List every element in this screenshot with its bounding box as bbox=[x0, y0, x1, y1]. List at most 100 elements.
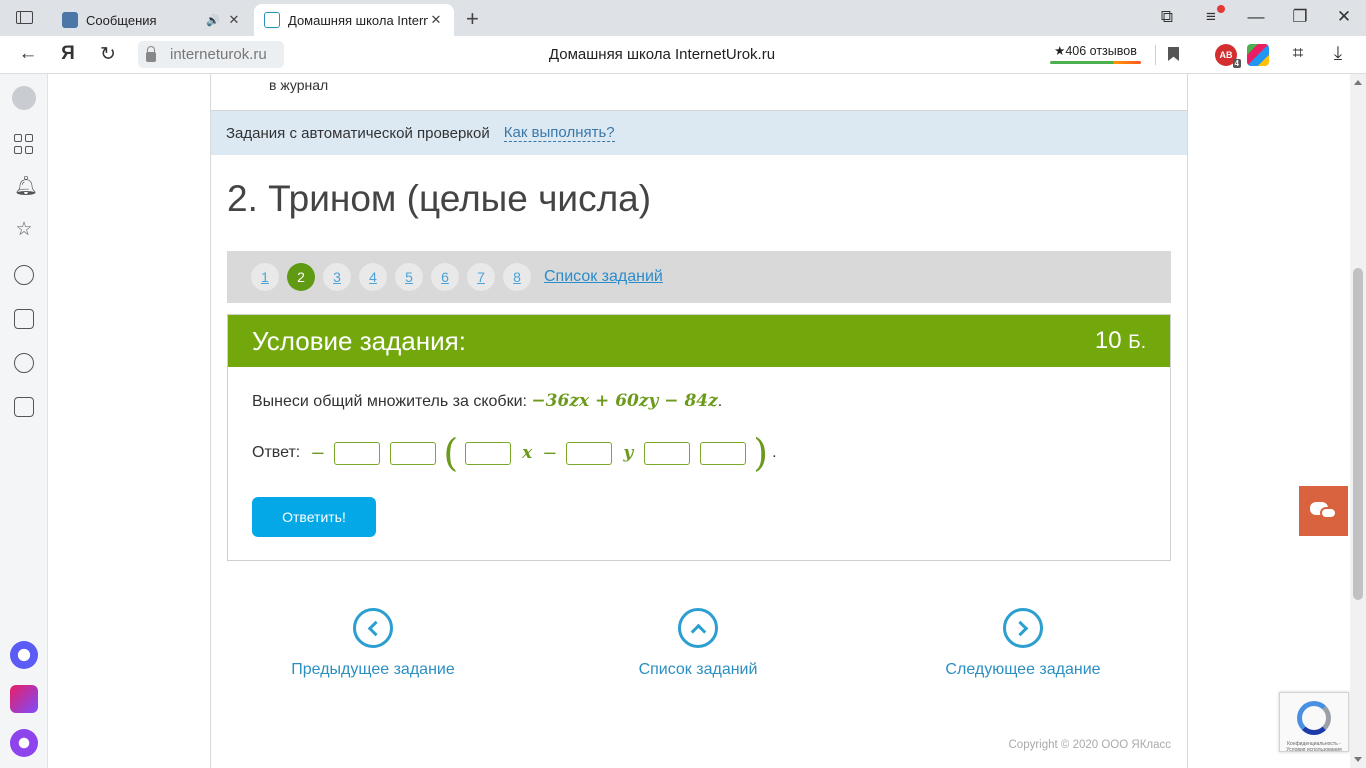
document-search-icon[interactable] bbox=[14, 397, 34, 417]
tab-messages[interactable]: Сообщения 🔊 ✕ bbox=[52, 4, 252, 36]
menu-icon[interactable]: ≡ bbox=[1199, 5, 1225, 27]
chevron-up-icon bbox=[678, 608, 718, 648]
autocheck-banner: Задания с автоматической проверкой Как в… bbox=[211, 111, 1187, 155]
new-tab-button[interactable]: + bbox=[466, 6, 479, 32]
next-task-label: Следующее задание bbox=[945, 661, 1101, 678]
apps-grid-icon[interactable] bbox=[14, 134, 34, 154]
exercise-title: 2. Трином (целые числа) bbox=[227, 178, 652, 219]
bookmark-icon[interactable] bbox=[1168, 47, 1179, 61]
answer-input-4[interactable] bbox=[566, 441, 613, 465]
messenger-icon[interactable] bbox=[10, 685, 38, 713]
var-x: x bbox=[522, 443, 533, 463]
download-icon[interactable]: ⤓ bbox=[1326, 43, 1350, 65]
question-period: . bbox=[717, 393, 723, 410]
reviews-badge[interactable]: ★406 отзывов bbox=[1048, 43, 1143, 64]
question-expression: −36zx + 60zy − 84z bbox=[531, 391, 718, 411]
bell-icon[interactable]: 🔔︎ bbox=[14, 177, 38, 197]
main-content: в журнал Задания с автоматической провер… bbox=[210, 74, 1188, 768]
rating-bar bbox=[1050, 61, 1141, 64]
answer-input-5[interactable] bbox=[644, 441, 691, 465]
alice-chat-icon[interactable] bbox=[10, 641, 38, 669]
pager-item-4[interactable]: 4 bbox=[359, 263, 387, 291]
tab-title: Сообщения bbox=[86, 12, 157, 28]
collections-icon[interactable] bbox=[14, 309, 34, 329]
translate-icon[interactable]: ⌗ bbox=[1286, 43, 1310, 65]
recaptcha-text: Конфиденциальность - Условия использован… bbox=[1286, 741, 1342, 753]
scroll-thumb[interactable] bbox=[1353, 268, 1363, 600]
answer-input-3[interactable] bbox=[465, 441, 512, 465]
next-task-link[interactable]: Следующее задание bbox=[913, 608, 1133, 679]
tab-bar: Сообщения 🔊 ✕ Домашняя школа Intern ✕ + … bbox=[0, 0, 1366, 36]
star-icon[interactable]: ☆ bbox=[14, 220, 34, 240]
chevron-left-icon bbox=[353, 608, 393, 648]
adblock-extension-icon[interactable]: AB 4 bbox=[1215, 44, 1241, 68]
reviews-text: ★406 отзывов bbox=[1054, 44, 1137, 58]
address-bar: ← Я ↻ interneturok.ru Домашняя школа Int… bbox=[0, 36, 1366, 74]
web-page: в журнал Задания с автоматической провер… bbox=[48, 74, 1350, 768]
answer-input-2[interactable] bbox=[390, 441, 437, 465]
video-play-icon[interactable] bbox=[14, 353, 34, 373]
task-title: Условие задания: bbox=[252, 325, 466, 356]
task-list-nav-link[interactable]: Список заданий bbox=[588, 608, 808, 679]
task-card: Условие задания: 10 Б. Вынеси общий множ… bbox=[227, 314, 1171, 561]
vk-favicon-icon bbox=[62, 12, 78, 28]
close-tab-icon[interactable]: ✕ bbox=[226, 12, 242, 28]
close-tab-icon[interactable]: ✕ bbox=[428, 12, 444, 28]
how-to-link[interactable]: Как выполнять? bbox=[503, 124, 615, 142]
question-text: Вынеси общий множитель за скобки: bbox=[252, 393, 532, 410]
pager-item-5[interactable]: 5 bbox=[395, 263, 423, 291]
reload-icon[interactable]: ↻ bbox=[96, 43, 120, 66]
colorful-extension-icon[interactable] bbox=[1247, 44, 1269, 66]
journal-text: в журнал bbox=[269, 77, 329, 93]
pager-item-1[interactable]: 1 bbox=[251, 263, 279, 291]
divider bbox=[1155, 45, 1156, 65]
answer-label: Ответ: bbox=[252, 444, 301, 461]
pager-item-8[interactable]: 8 bbox=[503, 263, 531, 291]
profile-avatar-icon[interactable] bbox=[12, 86, 36, 110]
answer-minus: − bbox=[310, 442, 326, 464]
pager-item-7[interactable]: 7 bbox=[467, 263, 495, 291]
answer-input-6[interactable] bbox=[700, 441, 747, 465]
alice-assistant-icon[interactable] bbox=[10, 729, 38, 757]
url-field[interactable]: interneturok.ru bbox=[138, 41, 284, 68]
pager-item-6[interactable]: 6 bbox=[431, 263, 459, 291]
answer-input-1[interactable] bbox=[334, 441, 381, 465]
task-points: 10 Б. bbox=[1095, 327, 1146, 355]
recaptcha-badge[interactable]: Конфиденциальность - Условия использован… bbox=[1279, 692, 1349, 753]
task-list-label: Список заданий bbox=[638, 661, 758, 678]
answer-minus-2: − bbox=[542, 442, 558, 464]
task-pager: 1 2 3 4 5 6 7 8 Список заданий bbox=[227, 251, 1171, 303]
scroll-up-icon[interactable] bbox=[1354, 80, 1362, 85]
yandex-logo-icon[interactable]: Я bbox=[56, 43, 80, 65]
task-list-link[interactable]: Список заданий bbox=[544, 268, 663, 286]
chat-button[interactable] bbox=[1299, 486, 1348, 536]
pager-item-3[interactable]: 3 bbox=[323, 263, 351, 291]
interneturok-favicon-icon bbox=[264, 12, 280, 28]
var-y: y bbox=[623, 443, 634, 463]
submit-answer-button[interactable]: Ответить! bbox=[252, 497, 376, 537]
tabs-collection-icon[interactable]: ⧉ bbox=[1155, 7, 1179, 27]
close-window-button[interactable]: ✕ bbox=[1332, 7, 1356, 27]
answer-row: Ответ: − ( x − y ) . bbox=[252, 431, 777, 475]
restore-button[interactable]: ❐ bbox=[1288, 7, 1312, 27]
close-paren: ) bbox=[753, 431, 769, 475]
tab-title: Домашняя школа Intern bbox=[288, 12, 428, 28]
answer-period: . bbox=[772, 444, 777, 461]
history-clock-icon[interactable] bbox=[14, 265, 34, 285]
chat-bubble-icon bbox=[1320, 507, 1337, 519]
extension-badge: 4 bbox=[1232, 59, 1241, 68]
url-text: interneturok.ru bbox=[170, 46, 267, 63]
minimize-button[interactable]: — bbox=[1244, 7, 1268, 27]
prev-task-link[interactable]: Предыдущее задание bbox=[263, 608, 483, 679]
recaptcha-logo-icon bbox=[1297, 701, 1331, 735]
scroll-down-icon[interactable] bbox=[1354, 757, 1362, 762]
back-arrow-icon[interactable]: ← bbox=[16, 43, 40, 65]
page-scrollbar[interactable] bbox=[1350, 74, 1366, 768]
lock-icon bbox=[146, 45, 156, 62]
sidebar-toggle-icon[interactable] bbox=[16, 11, 33, 24]
autocheck-label: Задания с автоматической проверкой bbox=[226, 124, 490, 142]
tab-interneturok[interactable]: Домашняя школа Intern ✕ bbox=[254, 4, 454, 36]
task-question: Вынеси общий множитель за скобки: −36zx … bbox=[252, 391, 722, 411]
speaker-icon[interactable]: 🔊 bbox=[206, 14, 220, 27]
pager-item-2[interactable]: 2 bbox=[287, 263, 315, 291]
